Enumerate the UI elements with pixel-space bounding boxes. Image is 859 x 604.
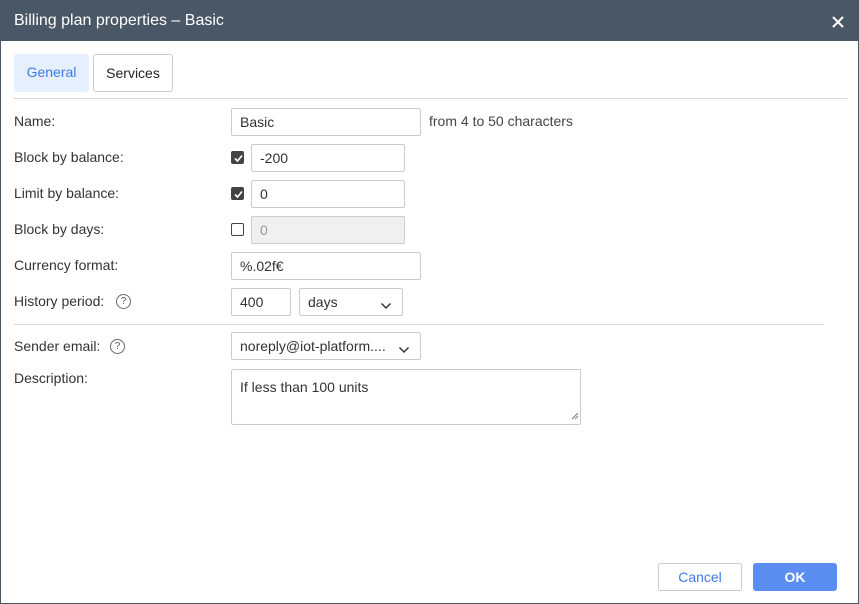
block-by-balance-checkbox[interactable] <box>231 151 244 164</box>
dialog-title: Billing plan properties – Basic <box>14 12 224 29</box>
chevron-down-icon <box>398 342 410 358</box>
name-label: Name: <box>14 113 56 129</box>
history-period-input[interactable]: 400 <box>231 288 291 316</box>
currency-format-input[interactable]: %.02f€ <box>231 252 421 280</box>
block-by-balance-input[interactable]: -200 <box>251 144 405 172</box>
help-icon[interactable]: ? <box>110 339 125 354</box>
tab-general[interactable]: General <box>14 54 89 92</box>
billing-plan-dialog: Billing plan properties – Basic General … <box>0 0 859 604</box>
block-by-days-input: 0 <box>251 216 405 244</box>
description-text: If less than 100 units <box>240 379 369 395</box>
block-by-balance-label: Block by balance: <box>14 149 124 165</box>
history-period-unit-value: days <box>308 294 338 310</box>
help-icon[interactable]: ? <box>116 294 131 309</box>
block-by-days-label: Block by days: <box>14 221 105 237</box>
cancel-button[interactable]: Cancel <box>658 563 742 591</box>
ok-button[interactable]: OK <box>753 563 837 591</box>
sender-email-select[interactable]: noreply@iot-platform.... <box>231 332 421 360</box>
history-period-label: History period: <box>14 293 105 309</box>
section-divider <box>14 324 824 325</box>
history-period-unit-select[interactable]: days <box>299 288 403 316</box>
close-icon[interactable] <box>827 11 849 33</box>
description-label: Description: <box>14 370 88 386</box>
block-by-days-checkbox[interactable] <box>231 223 244 236</box>
sender-email-label: Sender email: <box>14 338 101 354</box>
resize-grip-icon[interactable] <box>571 407 579 423</box>
name-hint: from 4 to 50 characters <box>429 113 573 129</box>
limit-by-balance-checkbox[interactable] <box>231 187 244 200</box>
sender-email-value: noreply@iot-platform.... <box>240 338 386 354</box>
tab-services[interactable]: Services <box>93 54 173 92</box>
description-textarea[interactable]: If less than 100 units <box>231 369 581 425</box>
limit-by-balance-label: Limit by balance: <box>14 185 120 201</box>
name-input[interactable]: Basic <box>231 108 421 136</box>
tabs-divider <box>14 98 847 99</box>
currency-format-label: Currency format: <box>14 257 119 273</box>
limit-by-balance-input[interactable]: 0 <box>251 180 405 208</box>
dialog-titlebar: Billing plan properties – Basic <box>1 1 858 41</box>
chevron-down-icon <box>380 298 392 314</box>
